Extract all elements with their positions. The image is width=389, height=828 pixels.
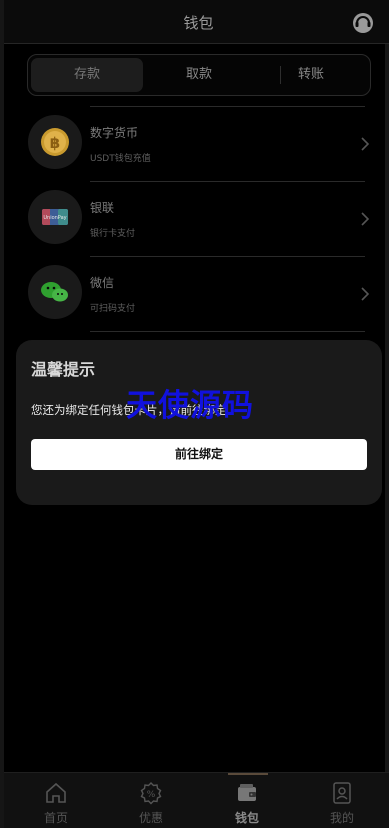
watermark-text: 天使源码 <box>126 388 254 424</box>
discount-icon: % <box>140 782 162 805</box>
nav-label: 钱包 <box>234 811 259 825</box>
list-divider <box>90 331 365 332</box>
tab-deposit[interactable]: 存款 <box>31 58 143 92</box>
tab-withdraw[interactable]: 取款 <box>143 58 255 92</box>
nav-label: 我的 <box>329 811 354 825</box>
chevron-right-icon <box>361 137 370 151</box>
bottom-nav: 首页 % 优惠 钱包 我的 <box>4 772 389 828</box>
page-title: 钱包 <box>183 14 214 32</box>
top-bar: 钱包 <box>4 0 389 44</box>
nav-home[interactable]: 首页 <box>21 773 91 828</box>
payment-subtitle: 银行卡支付 <box>90 229 136 239</box>
payment-name: 微信 <box>90 276 115 290</box>
bitcoin-icon: ฿ <box>28 115 82 169</box>
home-icon <box>46 782 66 803</box>
wechat-icon <box>28 265 82 319</box>
customer-service-icon[interactable] <box>351 11 375 35</box>
nav-wallet[interactable]: 钱包 <box>212 773 282 828</box>
payment-item-wechat[interactable]: 微信 可扫码支付 <box>4 257 389 331</box>
tab-transfer[interactable]: 转账 <box>255 58 367 92</box>
payment-item-crypto[interactable]: ฿ 数字货币 USDT钱包充值 <box>4 107 389 181</box>
payment-name: 数字货币 <box>90 126 139 140</box>
payment-item-unionpay[interactable]: UnionPay 银联 银行卡支付 <box>4 182 389 256</box>
chevron-right-icon <box>361 287 370 301</box>
payment-name: 银联 <box>90 201 115 215</box>
chevron-right-icon <box>361 212 370 226</box>
svg-text:UnionPay: UnionPay <box>43 215 66 221</box>
wallet-tabs: 存款 取款 转账 <box>27 54 371 96</box>
svg-text:%: % <box>147 790 156 800</box>
nav-discount[interactable]: % 优惠 <box>116 773 186 828</box>
payment-subtitle: 可扫码支付 <box>90 304 136 314</box>
go-bind-button[interactable]: 前往绑定 <box>31 439 367 470</box>
nav-label: 首页 <box>43 811 68 825</box>
dialog-title: 温馨提示 <box>31 360 96 379</box>
unionpay-icon: UnionPay <box>28 190 82 244</box>
svg-text:฿: ฿ <box>50 134 60 152</box>
profile-icon <box>333 782 351 804</box>
nav-profile[interactable]: 我的 <box>307 773 377 828</box>
app-frame: 钱包 存款 取款 转账 ฿ 数字货币 USDT钱包充值 UnionPay 银联 … <box>0 0 389 828</box>
nav-label: 优惠 <box>138 811 163 825</box>
payment-subtitle: USDT钱包充值 <box>90 154 151 164</box>
wallet-icon <box>238 784 256 801</box>
